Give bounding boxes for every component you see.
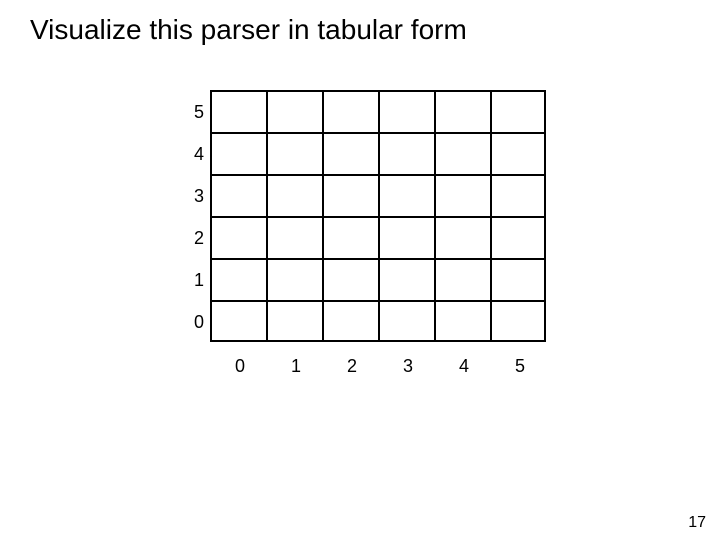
- y-tick-label: 0: [184, 312, 204, 333]
- page-number: 17: [688, 514, 706, 532]
- gridline-v: [266, 92, 268, 340]
- x-tick-label: 2: [342, 356, 362, 377]
- parser-grid: 5 4 3 2 1 0 0 1 2 3 4 5: [210, 90, 546, 342]
- gridline-v: [434, 92, 436, 340]
- gridline-v: [322, 92, 324, 340]
- y-tick-label: 2: [184, 228, 204, 249]
- x-tick-label: 5: [510, 356, 530, 377]
- y-tick-label: 5: [184, 102, 204, 123]
- x-tick-label: 1: [286, 356, 306, 377]
- gridline-v: [490, 92, 492, 340]
- x-tick-label: 4: [454, 356, 474, 377]
- y-tick-label: 3: [184, 186, 204, 207]
- y-tick-label: 4: [184, 144, 204, 165]
- page-title: Visualize this parser in tabular form: [30, 14, 467, 46]
- y-tick-label: 1: [184, 270, 204, 291]
- chart-container: 5 4 3 2 1 0 0 1 2 3 4 5: [210, 90, 546, 342]
- x-tick-label: 0: [230, 356, 250, 377]
- x-tick-label: 3: [398, 356, 418, 377]
- gridline-v: [378, 92, 380, 340]
